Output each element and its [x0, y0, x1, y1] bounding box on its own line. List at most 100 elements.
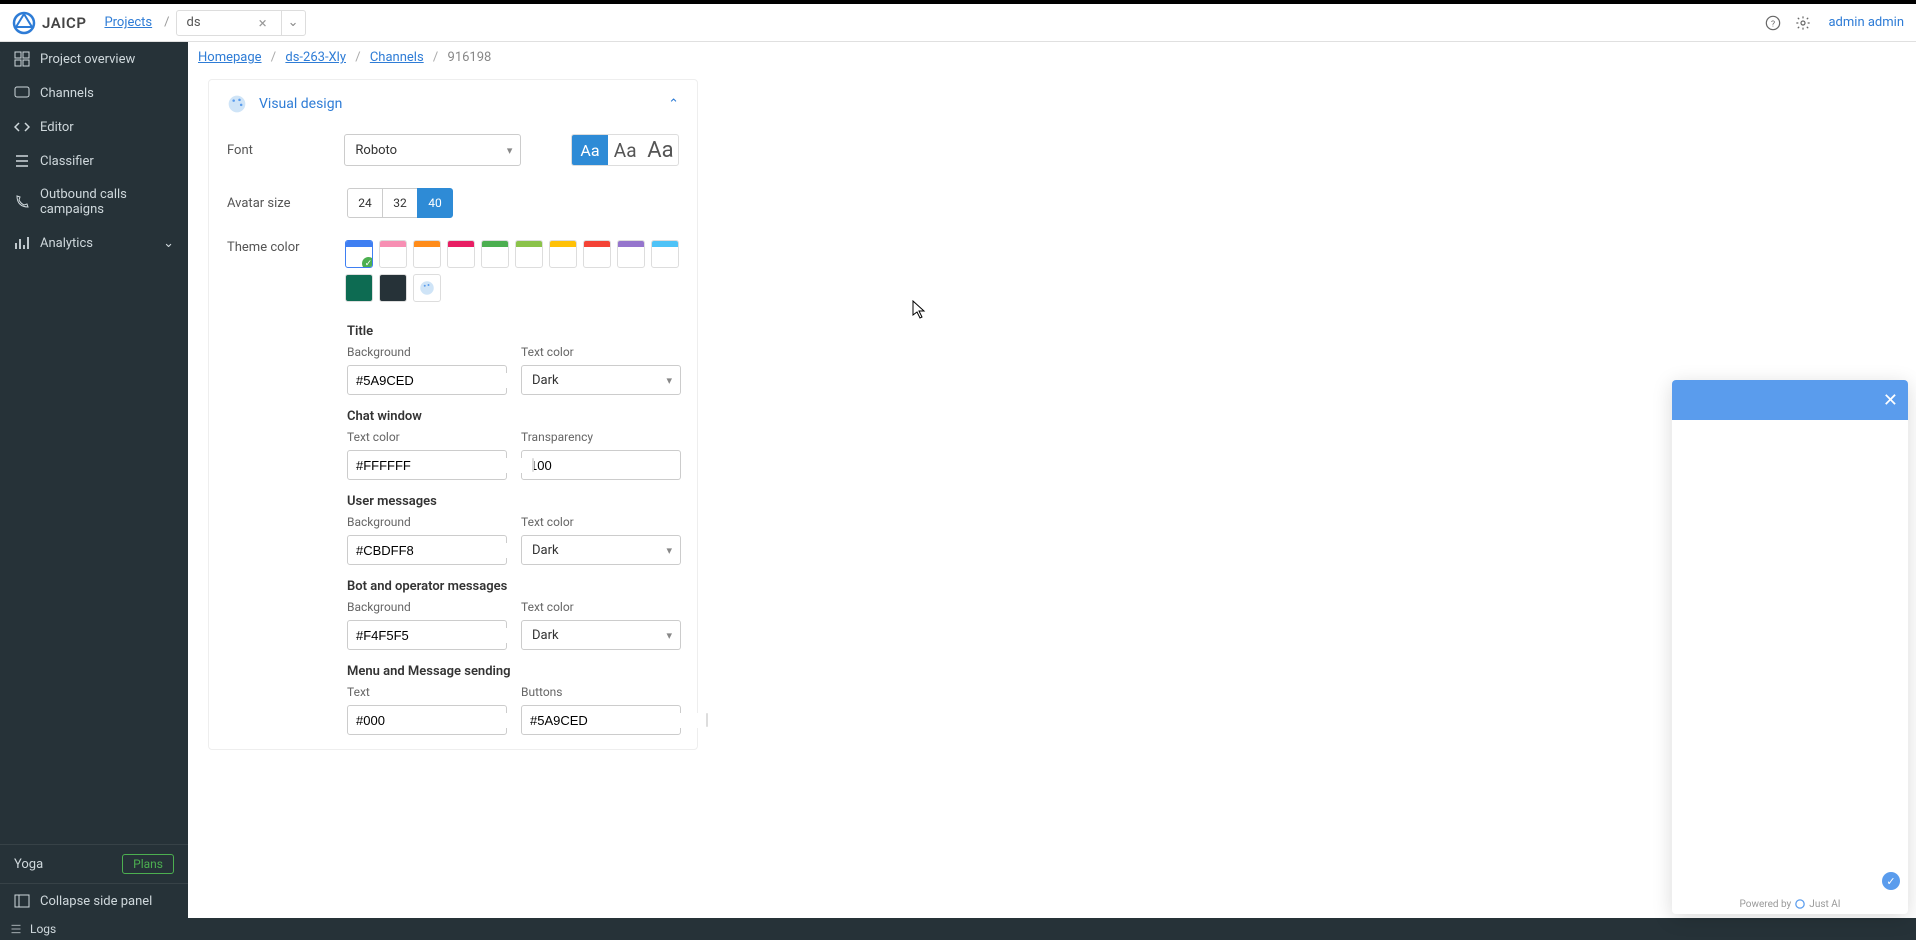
- projects-link[interactable]: Projects: [104, 15, 152, 30]
- project-selector[interactable]: ds × ⌄: [176, 10, 306, 36]
- theme-swatch[interactable]: [515, 240, 543, 268]
- menu-btn-label: Buttons: [521, 685, 681, 699]
- breadcrumb: Homepage / ds-263-Xly / Channels / 91619…: [188, 42, 1916, 73]
- sidebar-item-classifier[interactable]: Classifier: [0, 144, 188, 178]
- sidebar-item-outbound[interactable]: Outbound calls campaigns: [0, 178, 188, 226]
- select-caret-icon: ▾: [666, 544, 672, 557]
- breadcrumb-home[interactable]: Homepage: [198, 50, 262, 65]
- user-text-label: Text color: [521, 515, 681, 529]
- collapse-sidebar[interactable]: Collapse side panel: [0, 884, 188, 918]
- avatar-32[interactable]: 32: [382, 188, 418, 218]
- chart-icon: [14, 235, 30, 251]
- close-icon[interactable]: ×: [255, 14, 271, 32]
- theme-swatch[interactable]: [345, 274, 373, 302]
- panel-title: Visual design: [259, 96, 342, 112]
- sidebar-item-channels[interactable]: Channels: [0, 76, 188, 110]
- chat-footer: Powered by Just AI: [1672, 894, 1908, 914]
- logo-text: JAICP: [42, 14, 86, 32]
- plans-button[interactable]: Plans: [122, 854, 174, 874]
- chevron-down-icon: ⌄: [163, 236, 174, 251]
- menu-text-input[interactable]: [347, 705, 507, 735]
- breadcrumb-id: 916198: [448, 50, 492, 65]
- main-content: Homepage / ds-263-Xly / Channels / 91619…: [188, 42, 1916, 918]
- theme-swatch[interactable]: [549, 240, 577, 268]
- breadcrumb-section[interactable]: Channels: [370, 50, 424, 65]
- palette-icon: [418, 279, 436, 297]
- theme-swatch[interactable]: [413, 240, 441, 268]
- svg-text:?: ?: [1771, 19, 1775, 29]
- grid-icon: [14, 51, 30, 67]
- chat-header: ✕: [1672, 380, 1908, 420]
- bot-bg-input[interactable]: [347, 620, 507, 650]
- font-size-medium[interactable]: Aa: [608, 135, 643, 165]
- footer: Logs: [0, 918, 1916, 940]
- theme-label: Theme color: [227, 240, 345, 255]
- title-bg-input[interactable]: [347, 365, 507, 395]
- section-bot-heading: Bot and operator messages: [347, 579, 679, 594]
- chevron-up-icon: ⌃: [668, 97, 679, 112]
- sidebar-group-label: Yoga: [14, 857, 43, 872]
- close-icon[interactable]: ✕: [1883, 390, 1898, 411]
- sidebar-label: Analytics: [40, 236, 93, 251]
- check-icon: ✓: [362, 257, 373, 268]
- font-size-large[interactable]: Aa: [643, 135, 678, 165]
- chat-widget: ✕ ✓ Powered by Just AI: [1672, 380, 1908, 914]
- chat-trans-input[interactable]: [521, 450, 681, 480]
- sidebar-label: Outbound calls campaigns: [40, 187, 174, 217]
- avatar-40[interactable]: 40: [417, 188, 453, 218]
- title-text-label: Text color: [521, 345, 681, 359]
- help-icon[interactable]: ?: [1758, 8, 1788, 38]
- header-bar: JAICP Projects / ds × ⌄ ? admin admin: [0, 4, 1916, 42]
- chat-text-input[interactable]: [347, 450, 507, 480]
- logo: JAICP: [12, 11, 86, 35]
- bot-text-select[interactable]: Dark▾: [521, 620, 681, 650]
- font-size-toggle: Aa Aa Aa: [571, 134, 679, 166]
- theme-custom-swatch[interactable]: [413, 274, 441, 302]
- sidebar-label: Editor: [40, 120, 74, 135]
- theme-swatch[interactable]: [583, 240, 611, 268]
- footer-logs[interactable]: Logs: [30, 922, 56, 936]
- theme-swatch[interactable]: [379, 274, 407, 302]
- chat-text-label: Text color: [347, 430, 507, 444]
- panel-header[interactable]: Visual design ⌃: [209, 80, 697, 128]
- theme-swatch[interactable]: ✓: [345, 240, 373, 268]
- user-text-select[interactable]: Dark▾: [521, 535, 681, 565]
- sidebar-label: Channels: [40, 86, 94, 101]
- theme-swatches: ✓: [345, 240, 679, 302]
- sidebar-item-overview[interactable]: Project overview: [0, 42, 188, 76]
- bot-bg-label: Background: [347, 600, 507, 614]
- sidebar-label: Project overview: [40, 52, 135, 67]
- visual-design-panel: Visual design ⌃ Font Roboto ▾ Aa Aa Aa: [208, 79, 698, 750]
- sidebar-item-analytics[interactable]: Analytics ⌄: [0, 226, 188, 260]
- sidebar-label: Classifier: [40, 154, 94, 169]
- theme-swatch[interactable]: [617, 240, 645, 268]
- logo-icon: [12, 11, 36, 35]
- title-text-select[interactable]: Dark▾: [521, 365, 681, 395]
- font-size-small[interactable]: Aa: [572, 135, 607, 165]
- user-menu[interactable]: admin admin: [1828, 15, 1904, 30]
- send-icon[interactable]: ✓: [1882, 872, 1900, 890]
- theme-swatch[interactable]: [651, 240, 679, 268]
- color-chip: [706, 713, 708, 727]
- color-chip: [532, 458, 534, 472]
- chevron-down-icon[interactable]: ⌄: [281, 11, 299, 35]
- user-bg-label: Background: [347, 515, 507, 529]
- theme-swatch[interactable]: [447, 240, 475, 268]
- collapse-icon: [14, 893, 30, 909]
- sidebar-item-editor[interactable]: Editor: [0, 110, 188, 144]
- font-select[interactable]: Roboto ▾: [344, 134, 521, 166]
- user-bg-input[interactable]: [347, 535, 507, 565]
- avatar-24[interactable]: 24: [347, 188, 383, 218]
- breadcrumb-project[interactable]: ds-263-Xly: [285, 50, 346, 65]
- gear-icon[interactable]: [1788, 8, 1818, 38]
- theme-swatch[interactable]: [379, 240, 407, 268]
- theme-swatch[interactable]: [481, 240, 509, 268]
- menu-btn-input[interactable]: [521, 705, 681, 735]
- list-icon: [14, 153, 30, 169]
- select-caret-icon: ▾: [666, 374, 672, 387]
- project-name: ds: [187, 15, 245, 30]
- section-title-heading: Title: [347, 324, 679, 339]
- avatar-label: Avatar size: [227, 196, 347, 211]
- section-menu-heading: Menu and Message sending: [347, 664, 679, 679]
- sidebar-group-yoga: Yoga Plans: [0, 844, 188, 883]
